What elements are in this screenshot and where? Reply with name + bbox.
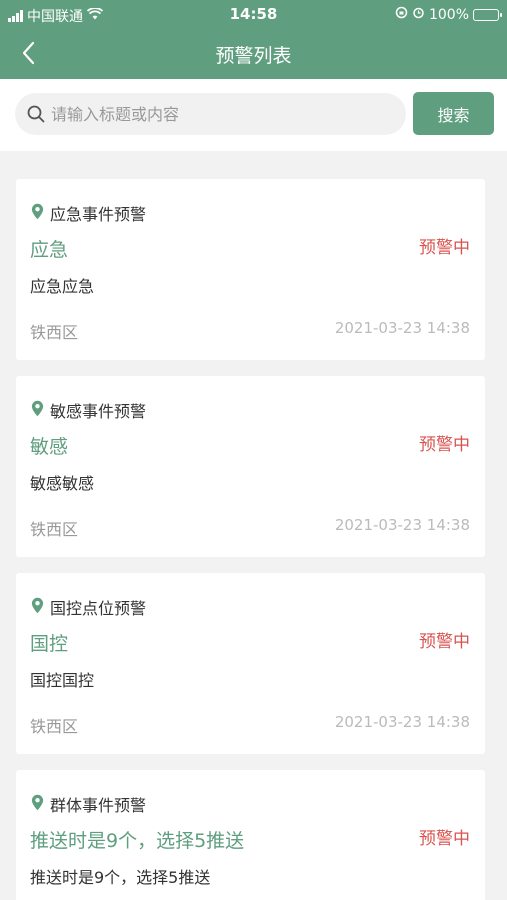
warning-card[interactable]: 敏感事件预警 敏感 预警中 敏感敏感 铁西区 2021-03-23 14:38 <box>16 376 485 557</box>
card-area: 铁西区 <box>30 520 79 539</box>
card-type-label: 国控点位预警 <box>50 599 147 618</box>
status-bar: 中国联通 14:58 100% <box>0 0 507 28</box>
location-pin-icon <box>31 203 44 224</box>
card-type: 敏感事件预警 <box>31 398 146 422</box>
search-bar: 搜索 <box>0 79 507 151</box>
location-pin-icon <box>31 597 44 618</box>
card-type-label: 应急事件预警 <box>50 205 147 224</box>
card-content: 国控国控 <box>30 671 95 690</box>
status-badge: 预警中 <box>419 435 470 455</box>
search-box[interactable] <box>15 93 406 135</box>
card-area: 铁西区 <box>30 717 79 736</box>
card-type-label: 敏感事件预警 <box>50 402 147 421</box>
card-title: 敏感 <box>30 436 69 458</box>
app-header: 中国联通 14:58 100% 预警列表 <box>0 0 507 79</box>
card-type: 国控点位预警 <box>31 595 146 619</box>
search-input[interactable] <box>51 93 391 135</box>
status-right: 100% <box>395 6 502 23</box>
warning-card[interactable]: 群体事件预警 推送时是9个，选择5推送 预警中 推送时是9个，选择5推送 <box>16 770 485 900</box>
status-badge: 预警中 <box>419 632 470 652</box>
battery-percent: 100% <box>428 6 469 23</box>
status-badge: 预警中 <box>419 829 470 849</box>
status-badge: 预警中 <box>419 238 470 258</box>
card-time: 2021-03-23 14:38 <box>334 516 470 534</box>
card-time: 2021-03-23 14:38 <box>334 319 470 337</box>
card-title: 应急 <box>30 239 69 261</box>
card-area: 铁西区 <box>30 323 79 342</box>
warning-card[interactable]: 国控点位预警 国控 预警中 国控国控 铁西区 2021-03-23 14:38 <box>16 573 485 754</box>
card-title: 国控 <box>30 633 69 655</box>
lock-rotation-icon <box>395 6 408 23</box>
search-button[interactable]: 搜索 <box>413 92 494 135</box>
nav-bar: 预警列表 <box>0 28 507 79</box>
card-title: 推送时是9个，选择5推送 <box>30 830 245 852</box>
location-pin-icon <box>31 400 44 421</box>
card-type: 群体事件预警 <box>31 792 146 816</box>
location-pin-icon <box>31 794 44 815</box>
card-time: 2021-03-23 14:38 <box>334 713 470 731</box>
search-icon <box>27 105 45 127</box>
card-type-label: 群体事件预警 <box>50 796 147 815</box>
card-type: 应急事件预警 <box>31 201 146 225</box>
alarm-icon <box>412 6 425 23</box>
battery-icon <box>473 8 502 21</box>
warning-card[interactable]: 应急事件预警 应急 预警中 应急应急 铁西区 2021-03-23 14:38 <box>16 179 485 360</box>
card-content: 敏感敏感 <box>30 474 95 493</box>
card-content: 应急应急 <box>30 277 95 296</box>
card-content: 推送时是9个，选择5推送 <box>30 868 211 887</box>
page-title: 预警列表 <box>215 45 292 67</box>
